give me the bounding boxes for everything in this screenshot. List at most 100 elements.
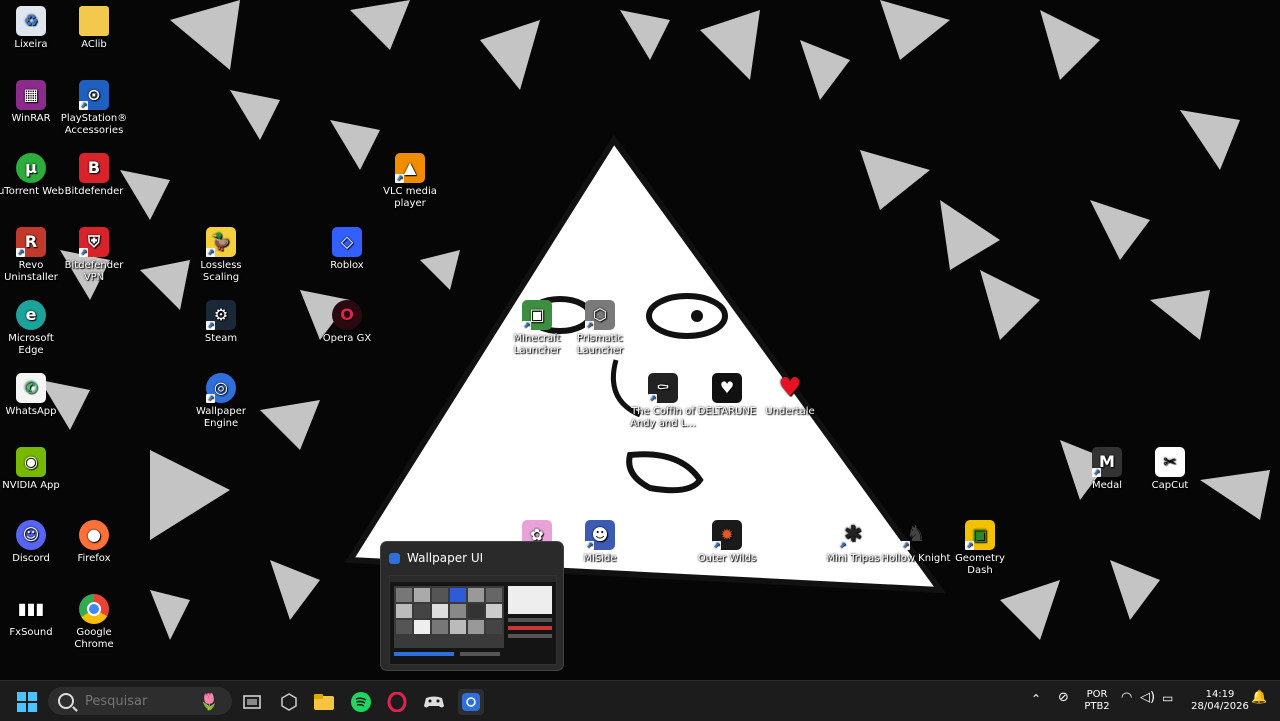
language-code: POR: [1086, 689, 1108, 700]
playstation-icon: ⊙ ↗: [79, 80, 109, 110]
winrar-icon: ▦: [16, 80, 46, 110]
desktop-icon-firefox[interactable]: ● Firefox: [58, 520, 130, 565]
folder-icon: [79, 6, 109, 36]
desktop-icon-wallpaper-engine[interactable]: ◎ ↗ Wallpaper Engine: [185, 373, 257, 430]
desktop-icon-lossless-scaling[interactable]: 🦆 ↗ Lossless Scaling: [185, 227, 257, 284]
coffin-game-icon: ⚰ ↗: [648, 373, 678, 403]
wallpaper-engine-icon: [389, 553, 400, 564]
task-view-icon: [243, 695, 261, 709]
gamepad-icon: [424, 696, 444, 708]
desktop-icon-steam[interactable]: ⚙ ↗ Steam: [185, 300, 257, 345]
desktop-icon-playstation[interactable]: ⊙ ↗ PlayStation® Accessories: [58, 80, 130, 137]
tray-network-off-icon[interactable]: ⊘: [1058, 691, 1069, 704]
medal-icon: M ↗: [1092, 447, 1122, 477]
roblox-icon: ◇: [332, 227, 362, 257]
deltarune-icon: ♥: [712, 373, 742, 403]
opera-gx-icon: [387, 692, 407, 712]
recycle-bin-icon: ♻: [16, 6, 46, 36]
edge-icon: e: [16, 300, 46, 330]
nvidia-icon: ◉: [16, 447, 46, 477]
search-input[interactable]: [83, 692, 197, 710]
taskbar-wallpaper-engine[interactable]: [458, 689, 484, 715]
desktop-icon-medal[interactable]: M ↗ Medal: [1071, 447, 1143, 492]
desktop-icon-winrar[interactable]: ▦ WinRAR: [0, 80, 67, 125]
miside-icon: ☻ ↗: [585, 520, 615, 550]
keyboard-layout: PTB2: [1084, 701, 1110, 712]
flowers-widget-icon: 🌷: [199, 691, 219, 711]
utorrent-icon: µ: [16, 153, 46, 183]
whatsapp-icon: ✆: [16, 373, 46, 403]
desktop-icon-outer-wilds[interactable]: ✹ ↗ Outer Wilds: [691, 520, 763, 565]
firefox-icon: ●: [79, 520, 109, 550]
bitdefender-vpn-icon: ⛨ ↗: [79, 227, 109, 257]
notification-bell-icon[interactable]: 🔔: [1251, 691, 1267, 704]
revo-uninstaller-icon: R ↗: [16, 227, 46, 257]
desktop-icon-prism-launcher[interactable]: ⬡ ↗ Prismatic Launcher: [564, 300, 636, 357]
bitdefender-icon: B: [79, 153, 109, 183]
apps-icon: [281, 693, 297, 711]
minecraft-icon: ▣ ↗: [522, 300, 552, 330]
desktop-icon-lixeira[interactable]: ♻ Lixeira: [0, 6, 67, 51]
desktop[interactable]: ♻ Lixeira AClib ▦ WinRAR ⊙ ↗ PlayStation®…: [0, 0, 1280, 680]
clock-time: 14:19: [1205, 689, 1235, 700]
desktop-icon-aclib[interactable]: AClib: [58, 6, 130, 51]
desktop-icon-revo[interactable]: R ↗ Revo Uninstaller: [0, 227, 67, 284]
start-button[interactable]: [14, 689, 40, 715]
desktop-icon-bitdefender-vpn[interactable]: ⛨ ↗ Bitdefender VPN: [58, 227, 130, 284]
taskbar-spotify[interactable]: [348, 689, 374, 715]
taskbar-apps-button[interactable]: [276, 689, 302, 715]
thumbnail-image: [390, 576, 556, 664]
desktop-icon-discord[interactable]: ☺ Discord: [0, 520, 67, 565]
clock-date: 28/04/2026: [1191, 701, 1249, 712]
steam-icon: ⚙ ↗: [206, 300, 236, 330]
windows-start-icon: [17, 692, 37, 712]
wifi-icon[interactable]: ◠: [1121, 691, 1132, 704]
chrome-icon: [79, 594, 109, 624]
outer-wilds-icon: ✹ ↗: [712, 520, 742, 550]
desktop-icon-roblox[interactable]: ◇ Roblox: [311, 227, 383, 272]
taskbar-game-app[interactable]: [421, 689, 447, 715]
battery-icon[interactable]: ▭: [1162, 692, 1173, 704]
desktop-icon-bitdefender[interactable]: B Bitdefender: [58, 153, 130, 198]
vlc-icon: ▲ ↗: [395, 153, 425, 183]
language-indicator[interactable]: POR PTB2: [1083, 689, 1111, 713]
desktop-icon-utorrent[interactable]: µ uTorrent Web: [0, 153, 67, 198]
tray-overflow-chevron[interactable]: ⌃: [1031, 693, 1041, 705]
task-view-button[interactable]: [239, 689, 265, 715]
desktop-icon-undertale[interactable]: ♥ Undertale: [754, 373, 826, 418]
desktop-icon-whatsapp[interactable]: ✆ WhatsApp: [0, 373, 67, 418]
desktop-icon-minecraft[interactable]: ▣ ↗ Minecraft Launcher: [501, 300, 573, 357]
desktop-icon-capcut[interactable]: ✂ CapCut: [1134, 447, 1206, 492]
capcut-icon: ✂: [1155, 447, 1185, 477]
clock[interactable]: 14:19 28/04/2026: [1190, 689, 1250, 713]
desktop-icon-chrome[interactable]: Google Chrome: [58, 594, 130, 651]
desktop-icon-edge[interactable]: e Microsoft Edge: [0, 300, 67, 357]
desktop-icon-nvidia[interactable]: ◉ NVIDIA App: [0, 447, 67, 492]
desktop-icon-geometry-dash[interactable]: ▣ ↗ Geometry Dash: [944, 520, 1016, 577]
desktop-icon-coffin[interactable]: ⚰ ↗ The Coffin of Andy and L...: [627, 373, 699, 430]
taskbar-window-preview[interactable]: Wallpaper UI: [380, 541, 564, 671]
spider-game-icon: ✱ ↗: [838, 522, 863, 550]
hollow-knight-icon: ♞ ↗: [901, 522, 926, 550]
preview-thumbnail[interactable]: [389, 575, 557, 665]
prism-launcher-icon: ⬡ ↗: [585, 300, 615, 330]
wallpaper-engine-icon: [462, 693, 480, 711]
desktop-icon-opera-gx[interactable]: O Opera GX: [311, 300, 383, 345]
desktop-icon-miside[interactable]: ☻ ↗ MiSide: [564, 520, 636, 565]
taskbar-opera-gx[interactable]: [384, 689, 410, 715]
desktop-icon-deltarune[interactable]: ♥ DELTARUNE: [691, 373, 763, 418]
taskbar: 🌷 ⌃ ⊘ POR PTB2 ◠ ◁) ▭ 14:19 28/04/2026 🔔: [0, 680, 1280, 721]
desktop-icon-hollow-knight[interactable]: ♞ ↗ Hollow Knight: [880, 520, 952, 565]
discord-icon: ☺: [16, 520, 46, 550]
fxsound-icon: ▮▮▮: [17, 599, 45, 618]
taskbar-file-explorer[interactable]: [311, 689, 337, 715]
spotify-icon: [351, 692, 371, 712]
taskbar-search-box[interactable]: 🌷: [48, 687, 232, 715]
search-icon: [58, 693, 74, 709]
preview-title: Wallpaper UI: [407, 551, 484, 565]
desktop-icon-mini-tripas[interactable]: ✱ ↗ Mini Tripas: [817, 520, 889, 565]
geometry-dash-icon: ▣ ↗: [965, 520, 995, 550]
desktop-icon-vlc[interactable]: ▲ ↗ VLC media player: [374, 153, 446, 210]
volume-icon[interactable]: ◁): [1140, 691, 1155, 704]
desktop-icon-fxsound[interactable]: ▮▮▮ FxSound: [0, 594, 67, 639]
